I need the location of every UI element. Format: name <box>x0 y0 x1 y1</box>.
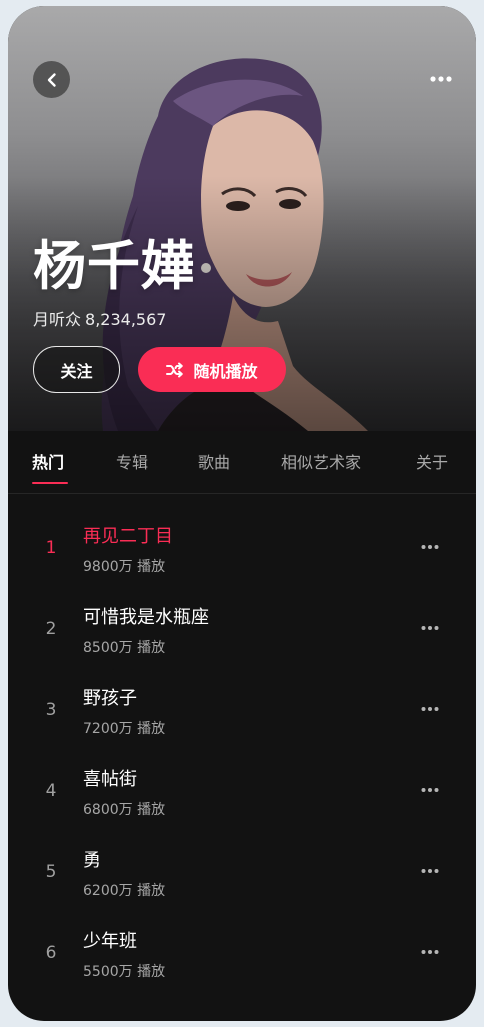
artist-name: 杨千嬅 <box>33 236 195 297</box>
song-index: 5 <box>45 862 57 882</box>
song-play-count: 6200万 播放 <box>83 883 166 899</box>
song-row[interactable]: 4 喜帖街 6800万 播放 <box>8 749 476 829</box>
song-more-button[interactable] <box>416 945 444 959</box>
song-row[interactable]: 1 再见二丁目 9800万 播放 <box>8 506 476 586</box>
song-index: 4 <box>45 781 57 801</box>
song-play-count: 8500万 播放 <box>83 640 166 656</box>
song-title: 少年班 <box>83 931 137 952</box>
more-horizontal-icon <box>421 545 439 549</box>
song-row[interactable]: 6 少年班 5500万 播放 <box>8 911 476 991</box>
song-title: 喜帖街 <box>83 769 137 790</box>
more-horizontal-icon <box>421 869 439 873</box>
song-more-button[interactable] <box>416 621 444 635</box>
follow-button[interactable]: 关注 <box>33 346 120 393</box>
more-options-button[interactable] <box>426 67 456 91</box>
song-title: 再见二丁目 <box>83 526 173 547</box>
song-index: 6 <box>45 943 57 963</box>
song-more-button[interactable] <box>416 783 444 797</box>
song-play-count: 9800万 播放 <box>83 559 166 575</box>
monthly-listeners-label: 月听众 <box>33 310 82 329</box>
song-play-count: 7200万 播放 <box>83 721 166 737</box>
shuffle-play-button[interactable]: 随机播放 <box>138 347 286 392</box>
tab-about[interactable]: 关于 <box>416 449 448 473</box>
song-title: 可惜我是水瓶座 <box>83 607 209 628</box>
shuffle-icon <box>166 362 184 377</box>
active-tab-indicator <box>32 482 68 484</box>
monthly-listeners: 月听众 8,234,567 <box>33 306 170 330</box>
monthly-listeners-count: 8,234,567 <box>85 310 167 329</box>
chevron-left-icon <box>47 72 56 87</box>
tab-songs[interactable]: 歌曲 <box>198 449 230 473</box>
song-row[interactable]: 2 可惜我是水瓶座 8500万 播放 <box>8 587 476 667</box>
tab-popular[interactable]: 热门 <box>32 449 64 473</box>
song-title: 勇 <box>83 850 101 871</box>
tab-similar-artists[interactable]: 相似艺术家 <box>281 449 361 473</box>
more-horizontal-icon <box>421 788 439 792</box>
more-horizontal-icon <box>421 707 439 711</box>
more-horizontal-icon <box>421 950 439 954</box>
song-more-button[interactable] <box>416 864 444 878</box>
song-more-button[interactable] <box>416 702 444 716</box>
song-title: 野孩子 <box>83 688 137 709</box>
artist-page: 杨千嬅 月听众 8,234,567 关注 随机播放 热门 专辑 歌曲 相似艺术家 … <box>8 6 476 1021</box>
tab-albums[interactable]: 专辑 <box>116 449 148 473</box>
song-play-count: 6800万 播放 <box>83 802 166 818</box>
song-row[interactable]: 3 野孩子 7200万 播放 <box>8 668 476 748</box>
song-index: 1 <box>45 538 57 558</box>
song-more-button[interactable] <box>416 540 444 554</box>
artist-hero: 杨千嬅 月听众 8,234,567 关注 随机播放 <box>8 6 476 431</box>
song-index: 3 <box>45 700 57 720</box>
more-horizontal-icon <box>430 76 452 82</box>
song-play-count: 5500万 播放 <box>83 964 166 980</box>
back-button[interactable] <box>33 61 70 98</box>
song-row[interactable]: 5 勇 6200万 播放 <box>8 830 476 910</box>
song-index: 2 <box>45 619 57 639</box>
shuffle-play-label: 随机播放 <box>193 361 258 381</box>
more-horizontal-icon <box>421 626 439 630</box>
artist-tabs: 热门 专辑 歌曲 相似艺术家 关于 <box>8 431 476 494</box>
